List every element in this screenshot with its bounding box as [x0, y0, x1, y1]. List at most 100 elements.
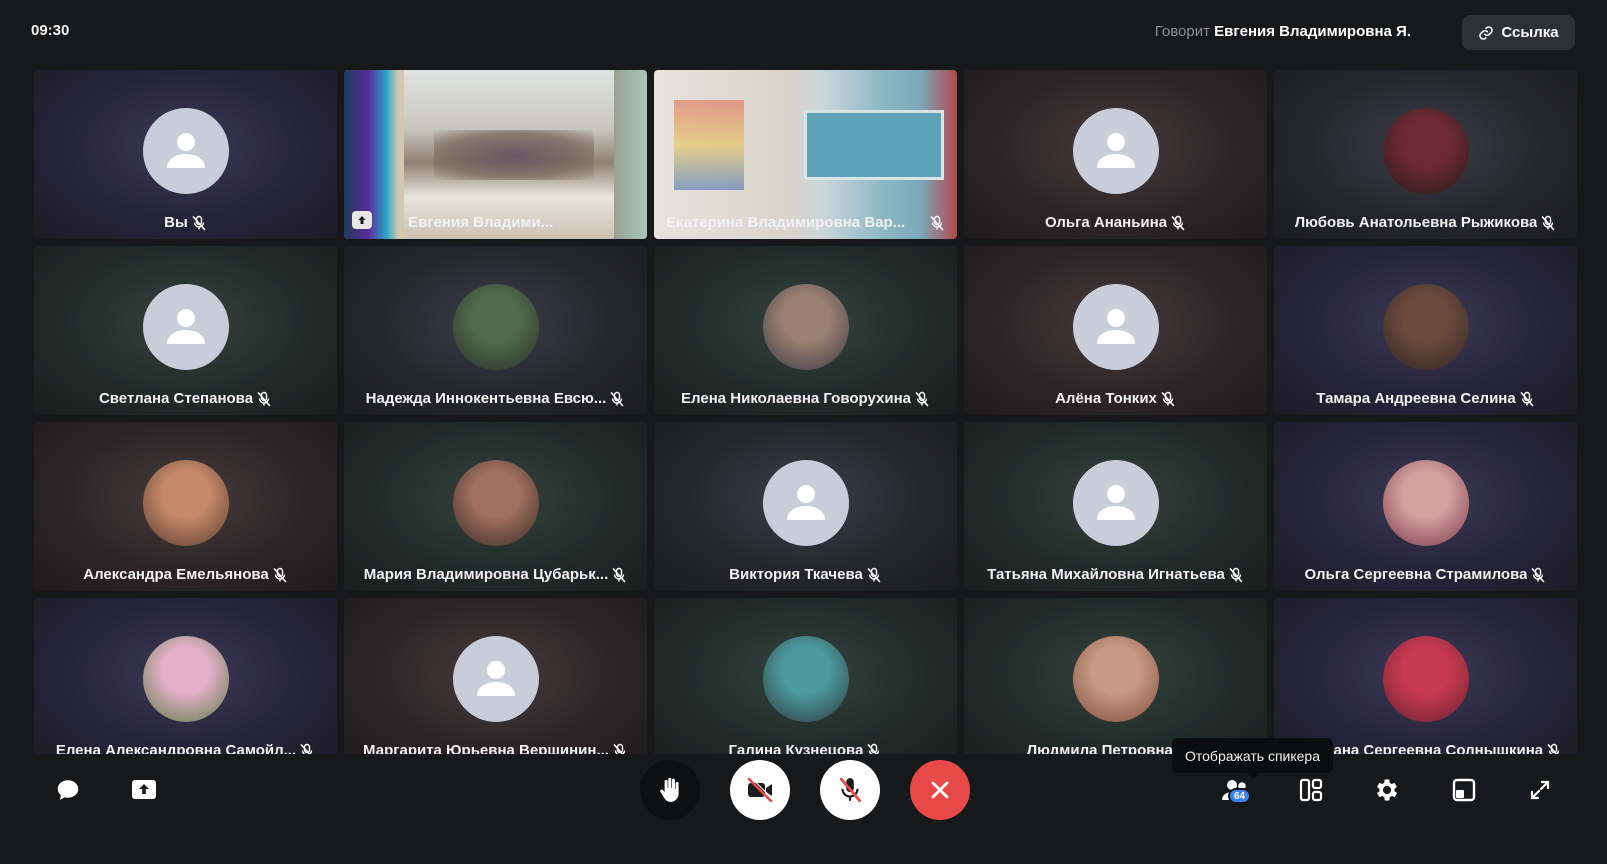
participant-name: Галина Кузнецова [728, 742, 864, 754]
participant-tile[interactable]: Тамара Андреевна Селина [1274, 246, 1577, 415]
participant-name-row: Александра Емельянова [42, 566, 329, 583]
participant-name: Татьяна Михайловна Игнатьева [987, 566, 1225, 583]
participant-name-row: Алёна Тонких [972, 390, 1259, 407]
microphone-off-icon [839, 777, 862, 803]
participant-name: Виктория Ткачева [729, 566, 863, 583]
screen-share-indicator [352, 211, 372, 229]
settings-button[interactable] [1369, 772, 1405, 808]
participant-name: Евгения Владими... [408, 214, 554, 231]
participant-photo [452, 284, 539, 370]
leave-call-button[interactable] [910, 760, 970, 820]
participant-name: Ольга Ананьина [1044, 214, 1168, 231]
participant-name-row: Елена Николаевна Говорухина [662, 390, 949, 407]
person-icon [1096, 485, 1135, 520]
participant-tile[interactable]: Елена Александровна Самойл... [34, 598, 337, 754]
participant-avatar-placeholder [142, 108, 229, 194]
clock: 09:30 [31, 22, 70, 39]
participant-tile[interactable]: Алёна Тонких [964, 246, 1267, 415]
participant-tile[interactable]: Светлана Степанова [34, 246, 337, 415]
microphone-muted-icon [1229, 567, 1243, 582]
participant-name: Любовь Анатольевна Рыжикова [1294, 214, 1538, 231]
participant-tile[interactable]: Людмила Петровна... [964, 598, 1267, 754]
participant-grid: Вы Евгения Владими... Екатерина Владимиров… [34, 70, 1577, 754]
participant-avatar-placeholder [142, 284, 229, 370]
participant-photo [762, 284, 849, 370]
microphone-muted-icon [257, 391, 271, 406]
active-speaker-indicator: Говорит Евгения Владимировна Я. [1155, 23, 1411, 40]
microphone-muted-icon [273, 567, 287, 582]
microphone-muted-icon [1520, 391, 1534, 406]
participant-photo [452, 460, 539, 546]
participant-name: Елена Николаевна Говорухина [681, 390, 911, 407]
camera-toggle-button[interactable] [730, 760, 790, 820]
microphone-muted-icon [868, 743, 880, 754]
participant-name-row: Елена Александровна Самойл... [42, 742, 329, 754]
participant-name-row: Тамара Андреевна Селина [1282, 390, 1569, 407]
participant-tile[interactable]: Галина Кузнецова [654, 598, 957, 754]
participant-name-row: Мария Владимировна Цубарьк... [352, 566, 639, 583]
share-screen-icon [132, 780, 156, 799]
participant-name-row: Ольга Сергеевна Страмилова [1282, 566, 1569, 583]
participant-name-row: Ольга Ананьина [972, 214, 1259, 231]
participant-name: Мария Владимировна Цубарьк... [363, 566, 609, 583]
person-icon [166, 309, 205, 344]
fullscreen-button[interactable] [1522, 772, 1558, 808]
participant-tile[interactable]: Светлана Сергеевна Солнышкина [1274, 598, 1577, 754]
participant-tile[interactable]: Виктория Ткачева [654, 422, 957, 591]
microphone-muted-icon [915, 391, 929, 406]
participant-name: Людмила Петровна... [1026, 742, 1186, 754]
participant-tile[interactable]: Татьяна Михайловна Игнатьева [964, 422, 1267, 591]
microphone-muted-icon [867, 567, 881, 582]
participant-name: Екатерина Владимировна Вар... [666, 214, 906, 231]
participant-name: Алёна Тонких [1055, 390, 1157, 407]
microphone-toggle-button[interactable] [820, 760, 880, 820]
participant-tile[interactable]: Мария Владимировна Цубарьк... [344, 422, 647, 591]
person-icon [786, 485, 825, 520]
participant-avatar-placeholder [1072, 460, 1159, 546]
microphone-muted-icon [611, 391, 624, 406]
participant-tile[interactable]: Надежда Иннокентьевна Евсю... [344, 246, 647, 415]
participant-photo [1072, 636, 1159, 722]
picture-in-picture-icon [1452, 778, 1476, 802]
participant-tile[interactable]: Любовь Анатольевна Рыжикова [1274, 70, 1577, 239]
top-bar: 09:30 Говорит Евгения Владимировна Я. Сс… [0, 0, 1607, 66]
microphone-muted-icon [1547, 743, 1560, 754]
speaker-view-tooltip: Отображать спикера [1172, 738, 1334, 779]
participant-tile[interactable]: Ольга Ананьина [964, 70, 1267, 239]
participant-photo [142, 460, 229, 546]
microphone-muted-icon [613, 743, 626, 754]
speaking-label: Говорит [1154, 23, 1210, 40]
copy-link-button[interactable]: Ссылка [1462, 15, 1575, 50]
participant-tile[interactable]: Вы [34, 70, 337, 239]
microphone-muted-icon [1171, 215, 1185, 230]
participant-name-row: Галина Кузнецова [662, 742, 949, 754]
participant-name: Светлана Степанова [98, 390, 254, 407]
participant-tile[interactable]: Евгения Владими... [344, 70, 647, 239]
participant-name: Елена Александровна Самойл... [55, 742, 297, 754]
participant-photo [1382, 460, 1469, 546]
participant-name: Ольга Сергеевна Страмилова [1304, 566, 1528, 583]
participant-name-row: Надежда Иннокентьевна Евсю... [352, 390, 639, 407]
participant-photo [1382, 636, 1469, 722]
participant-photo [1382, 284, 1469, 370]
microphone-muted-icon [300, 743, 313, 754]
participant-avatar-placeholder [1072, 284, 1159, 370]
participant-tile[interactable]: Ольга Сергеевна Страмилова [1274, 422, 1577, 591]
share-screen-button[interactable] [126, 772, 162, 808]
participant-tile[interactable]: Елена Николаевна Говорухина [654, 246, 957, 415]
participant-tile[interactable]: Александра Емельянова [34, 422, 337, 591]
participant-name: Маргарита Юрьевна Вершинин... [363, 742, 609, 754]
participant-name-row: Виктория Ткачева [662, 566, 949, 583]
picture-in-picture-button[interactable] [1446, 772, 1482, 808]
raise-hand-button[interactable] [640, 760, 700, 820]
participant-tile[interactable]: Маргарита Юрьевна Вершинин... [344, 598, 647, 754]
participant-name-row: Светлана Степанова [42, 390, 329, 407]
participant-name-row: Любовь Анатольевна Рыжикова [1282, 214, 1569, 231]
participant-tile[interactable]: Екатерина Владимировна Вар... [654, 70, 957, 239]
participant-name: Вы [164, 214, 188, 231]
speaker-view-button[interactable] [1293, 772, 1329, 808]
participant-name: Надежда Иннокентьевна Евсю... [365, 390, 607, 407]
person-icon [166, 133, 205, 168]
copy-link-label: Ссылка [1501, 24, 1559, 41]
chat-button[interactable] [50, 772, 86, 808]
